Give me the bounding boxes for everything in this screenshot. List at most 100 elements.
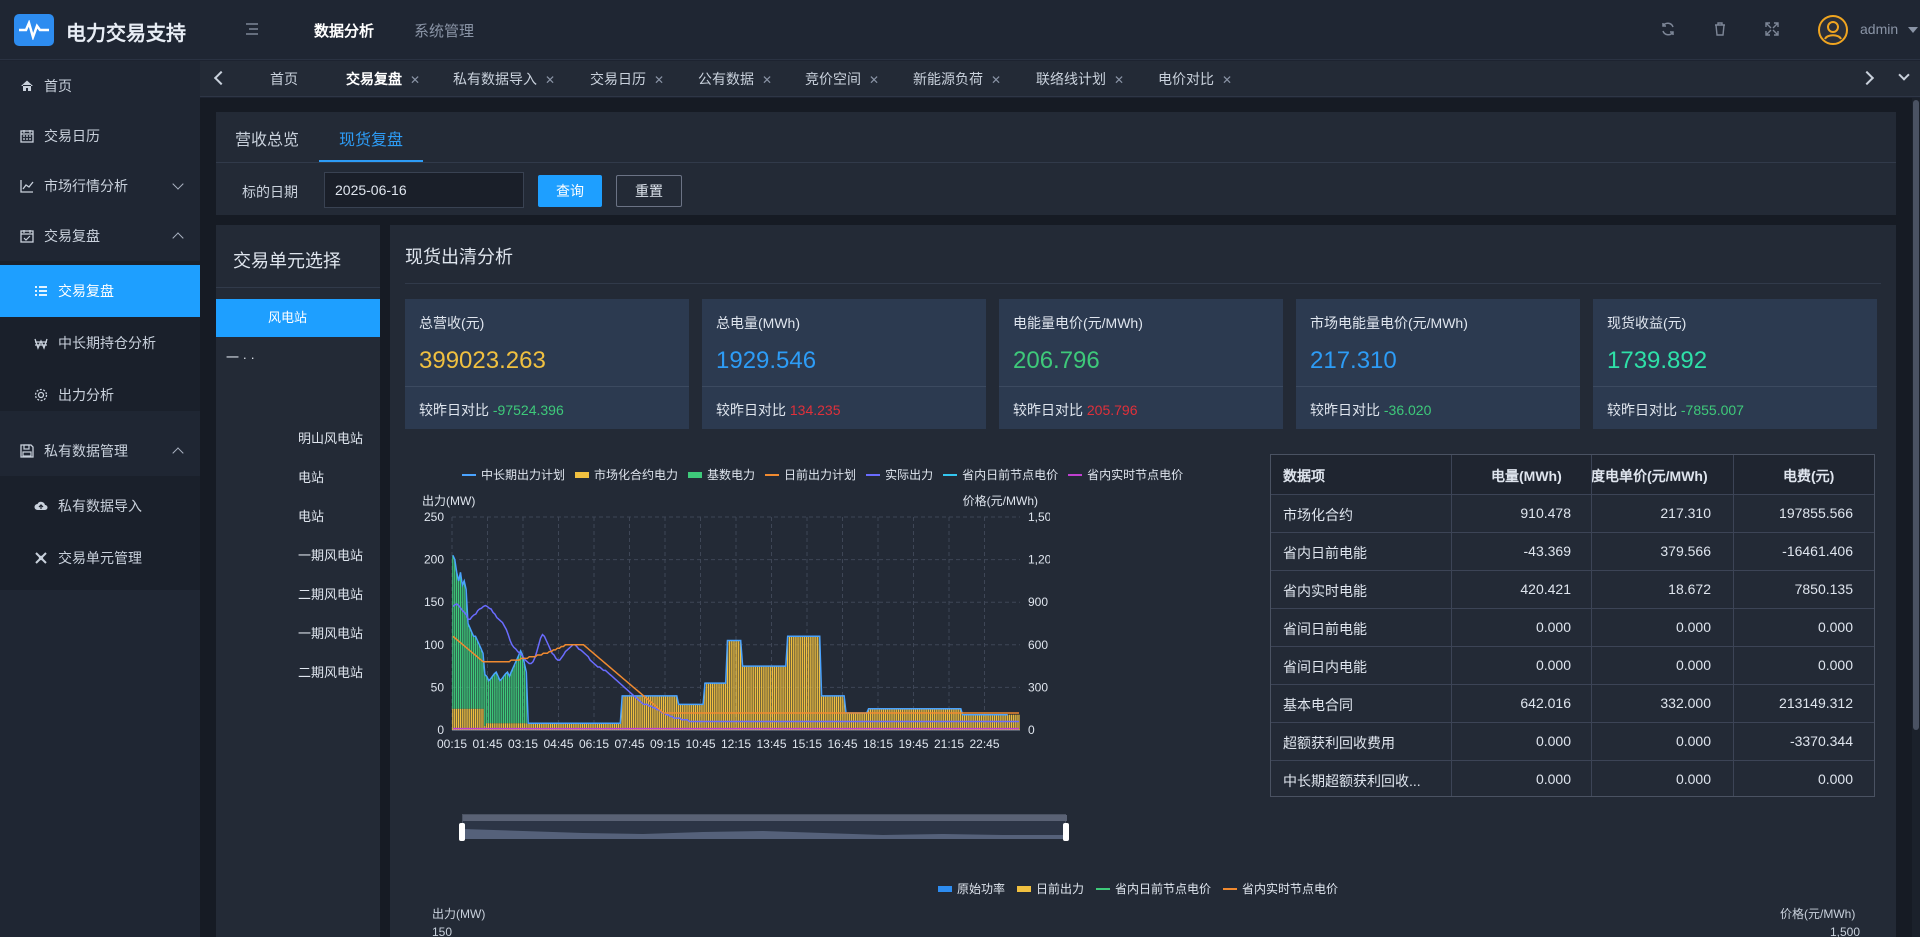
tab-price-compare[interactable]: 电价对比 ✕	[1158, 61, 1232, 97]
tab-private-import[interactable]: 私有数据导入 ✕	[453, 61, 555, 97]
zoom-preview	[463, 829, 1067, 839]
sidebar-item-private-import[interactable]: 私有数据导入	[0, 480, 200, 532]
bar-market-contract	[732, 640, 734, 730]
refresh-icon[interactable]	[1660, 21, 1676, 37]
tab-home[interactable]: 首页	[270, 61, 298, 97]
legend-item[interactable]: 中长期出力计划	[462, 466, 565, 483]
unit-item[interactable]: 二期风电站	[298, 584, 363, 603]
sidebar-item-trade-review-sub[interactable]: 交易复盘	[0, 265, 200, 317]
chevron-down-icon	[172, 178, 184, 190]
legend-item[interactable]: 省内日前节点电价	[1096, 880, 1211, 897]
bar-market-contract	[879, 708, 881, 730]
kpi-title: 电能量电价(元/MWh)	[1013, 315, 1143, 331]
unit-item[interactable]: 一期风电站	[298, 545, 363, 564]
zoom-handle-left[interactable]	[459, 823, 465, 841]
page-scrollbar[interactable]	[1912, 98, 1920, 937]
legend-item[interactable]: 日前出力计划	[765, 466, 856, 483]
subtab-revenue-overview[interactable]: 营收总览	[235, 126, 299, 150]
bar-market-contract	[961, 714, 964, 730]
close-icon[interactable]: ✕	[1114, 73, 1124, 87]
close-icon[interactable]: ✕	[545, 73, 555, 87]
tab-trade-review[interactable]: 交易复盘 ✕	[346, 61, 420, 97]
sidebar-item-home[interactable]: 首页	[0, 61, 200, 111]
legend-item[interactable]: 省内实时节点电价	[1068, 466, 1183, 483]
legend-label: 省内日前节点电价	[1115, 882, 1212, 896]
close-icon[interactable]: ✕	[869, 73, 879, 87]
tab-scroll-left-icon[interactable]	[213, 70, 229, 86]
legend-item[interactable]: 实际出力	[866, 466, 933, 483]
legend-item[interactable]: 市场化合约电力	[575, 466, 678, 483]
tab-new-energy-load[interactable]: 新能源负荷 ✕	[913, 61, 1001, 97]
legend-item[interactable]: 原始功率	[938, 880, 1005, 897]
username[interactable]: admin	[1860, 21, 1898, 37]
bar-market-contract	[741, 666, 744, 730]
legend-item[interactable]: 基数电力	[688, 466, 755, 483]
unit-item[interactable]: 电站	[298, 467, 324, 486]
bar-market-contract	[935, 708, 937, 730]
unit-item[interactable]: 电站	[298, 506, 324, 525]
close-icon[interactable]: ✕	[762, 73, 772, 87]
bar-market-contract	[1018, 714, 1020, 730]
legend-item[interactable]: 日前出力	[1017, 880, 1084, 897]
sidebar-item-private-data[interactable]: 私有数据管理	[0, 426, 200, 476]
sidebar-item-position-analysis[interactable]: 中长期持仓分析	[0, 317, 200, 369]
kpi-compare-value: 205.796	[1086, 402, 1138, 418]
close-icon[interactable]: ✕	[991, 73, 1001, 87]
chart-zoom-slider[interactable]	[459, 814, 1069, 841]
legend-item[interactable]: 省内日前节点电价	[943, 466, 1058, 483]
scrollbar-thumb[interactable]	[1913, 100, 1919, 730]
bar-market-contract	[946, 708, 949, 730]
bar-market-contract	[713, 683, 715, 730]
zoom-handle-right[interactable]	[1063, 823, 1069, 841]
close-icon[interactable]: ✕	[410, 73, 420, 87]
unit-item[interactable]: 风电站	[216, 299, 380, 337]
tab-tie-line-plan[interactable]: 联络线计划 ✕	[1036, 61, 1124, 97]
table-cell: 0.000	[1817, 657, 1853, 673]
menu-toggle-icon[interactable]	[244, 21, 262, 39]
close-icon[interactable]: ✕	[654, 73, 664, 87]
unit-item[interactable]: 明山风电站	[298, 428, 363, 447]
user-dropdown-icon[interactable]	[1908, 27, 1918, 33]
query-button[interactable]: 查询	[538, 175, 602, 207]
bar-market-contract	[877, 708, 879, 730]
bar-market-contract	[707, 683, 710, 730]
sidebar-item-trade-review[interactable]: 交易复盘	[0, 211, 200, 261]
bar-market-contract	[706, 683, 708, 730]
tab-trade-calendar[interactable]: 交易日历 ✕	[590, 61, 664, 97]
data-table: 数据项 电量(MWh) 度电单价(元/MWh) 电费(元) 市场化合约 910.4…	[1270, 454, 1875, 797]
sidebar-item-trade-calendar[interactable]: 交易日历	[0, 111, 200, 161]
topnav-data-analysis[interactable]: 数据分析	[314, 20, 374, 41]
chart-icon	[20, 179, 34, 193]
kpi-compare-value: -97524.396	[492, 402, 564, 418]
topnav-system-management[interactable]: 系统管理	[414, 20, 474, 41]
close-icon[interactable]: ✕	[1222, 73, 1232, 87]
reset-button[interactable]: 重置	[616, 175, 682, 207]
fullscreen-icon[interactable]	[1764, 21, 1780, 37]
tab-public-data[interactable]: 公有数据 ✕	[698, 61, 772, 97]
subtab-spot-review[interactable]: 现货复盘	[339, 126, 403, 150]
unit-item[interactable]: 一 · ·	[226, 347, 255, 366]
y-tick-label: 50	[431, 680, 445, 694]
bar-market-contract	[803, 636, 806, 730]
tab-bid-space[interactable]: 竞价空间 ✕	[805, 61, 879, 97]
bar-market-contract	[655, 695, 657, 730]
unit-item[interactable]: 一期风电站	[298, 623, 363, 642]
tab-label: 新能源负荷	[913, 71, 983, 87]
bar-market-contract	[694, 704, 697, 730]
sidebar-item-unit-management[interactable]: 交易单元管理	[0, 532, 200, 584]
trash-icon[interactable]	[1712, 21, 1728, 37]
y2-tick-label: 0	[1028, 723, 1035, 737]
legend-swatch	[1223, 887, 1238, 890]
y2-tick-label: 1,200	[1028, 553, 1050, 567]
sidebar-item-output-analysis[interactable]: 出力分析	[0, 369, 200, 421]
bar-market-contract	[873, 708, 875, 730]
unit-item[interactable]: 二期风电站	[298, 662, 363, 681]
tab-menu-chevron-icon[interactable]	[1898, 69, 1910, 81]
legend-item[interactable]: 省内实时节点电价	[1223, 880, 1338, 897]
date-input[interactable]: 2025-06-16	[324, 172, 524, 208]
subtab-panel: 营收总览 现货复盘	[216, 112, 1896, 162]
tab-scroll-right-icon[interactable]	[1859, 70, 1875, 86]
avatar[interactable]	[1818, 15, 1848, 45]
bar-market-contract	[628, 695, 631, 730]
sidebar-item-market-analysis[interactable]: 市场行情分析	[0, 161, 200, 211]
